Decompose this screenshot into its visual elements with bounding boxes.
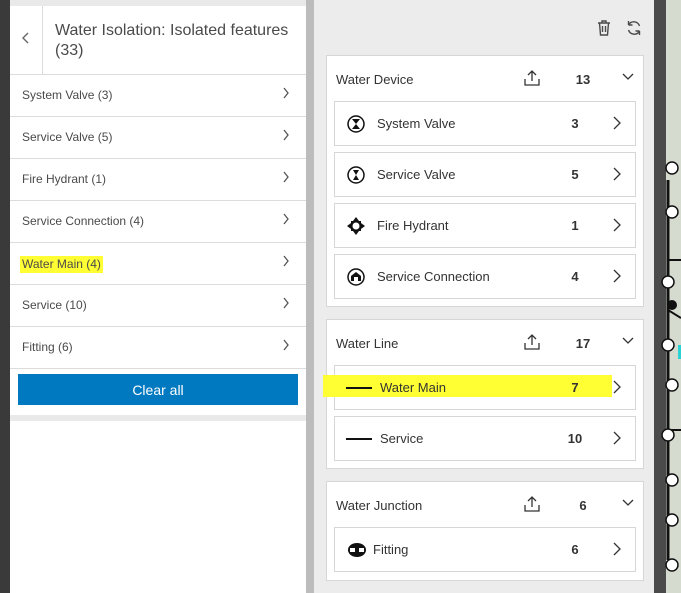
group-header: Water Device 13 (327, 56, 643, 100)
row-count: 4 (571, 269, 579, 284)
group-card-water-device: Water Device 13 System Valve 3 Service V… (326, 55, 644, 307)
row-label: Service (380, 431, 424, 446)
fire-hydrant-icon (346, 216, 366, 236)
map-features (661, 0, 681, 593)
row-label: System Valve (377, 116, 456, 131)
row-label: Service Valve (377, 167, 456, 182)
trash-icon[interactable] (594, 18, 616, 40)
group-header: Water Junction 6 (327, 482, 643, 526)
row-label: Water Main (380, 380, 446, 395)
group-title: Water Line (336, 336, 399, 351)
group-count: 13 (575, 72, 591, 87)
row-count: 3 (571, 116, 579, 131)
list-item-fire-hydrant[interactable]: Fire Hydrant (1) (10, 159, 306, 201)
chevron-down-icon[interactable] (621, 496, 635, 510)
system-valve-icon (346, 114, 366, 134)
service-valve-icon (346, 165, 366, 185)
map-view[interactable] (654, 0, 681, 593)
chevron-right-icon (282, 129, 290, 144)
panel-bottom-rule (10, 415, 306, 421)
service-connection-icon (346, 267, 366, 287)
chevron-right-icon (282, 87, 290, 102)
result-row-water-main[interactable]: Water Main 7 (323, 365, 636, 410)
list-item-service-connection[interactable]: Service Connection (4) (10, 201, 306, 243)
chevron-right-icon (282, 255, 290, 270)
chevron-right-icon (282, 213, 290, 228)
group-card-water-junction: Water Junction 6 Fitting 6 (326, 481, 644, 581)
isolation-results-panel: Water Isolation: Isolated features (33) … (10, 0, 306, 593)
result-row-service-valve[interactable]: Service Valve 5 (334, 152, 636, 197)
chevron-right-icon (611, 269, 623, 283)
chevron-right-icon (611, 542, 623, 556)
group-title: Water Device (336, 72, 414, 87)
list-item-label: Fire Hydrant (1) (22, 172, 107, 186)
chevron-right-icon (611, 218, 623, 232)
group-count: 6 (579, 498, 587, 513)
list-item-service[interactable]: Service (10) (10, 285, 306, 327)
line-icon (346, 378, 372, 398)
list-item-service-valve[interactable]: Service Valve (5) (10, 117, 306, 159)
list-item-label: Service Valve (5) (22, 130, 113, 144)
row-label: Service Connection (377, 269, 490, 284)
list-item-label: Service Connection (4) (22, 214, 145, 228)
chevron-right-icon (282, 171, 290, 186)
row-count: 6 (571, 542, 579, 557)
back-button[interactable] (10, 6, 43, 74)
list-item-fitting[interactable]: Fitting (6) (10, 327, 306, 369)
clear-all-button[interactable]: Clear all (18, 374, 298, 405)
row-label: Fitting (373, 542, 409, 557)
result-row-system-valve[interactable]: System Valve 3 (334, 101, 636, 146)
result-row-fitting[interactable]: Fitting 6 (334, 527, 636, 572)
refresh-icon[interactable] (624, 18, 646, 40)
result-row-service-connection[interactable]: Service Connection 4 (334, 254, 636, 299)
window-edge (0, 0, 10, 593)
list-item-label: Water Main (4) (20, 256, 103, 273)
list-item-label: Service (10) (22, 298, 87, 312)
result-row-fire-hydrant[interactable]: Fire Hydrant 1 (334, 203, 636, 248)
list-item-system-valve[interactable]: System Valve (3) (10, 75, 306, 117)
panel-divider (306, 0, 314, 593)
group-count: 17 (575, 336, 591, 351)
list-item-label: Fitting (6) (22, 340, 73, 354)
chevron-down-icon[interactable] (621, 334, 635, 348)
results-toolbar (594, 18, 654, 42)
export-icon[interactable] (523, 495, 541, 513)
fitting-icon (346, 540, 366, 560)
chevron-left-icon (21, 31, 31, 49)
group-header: Water Line 17 (327, 320, 643, 364)
chevron-right-icon (611, 431, 623, 445)
export-icon[interactable] (523, 69, 541, 87)
export-icon[interactable] (523, 333, 541, 351)
feature-list: System Valve (3) Service Valve (5) Fire … (10, 75, 306, 369)
line-icon (346, 429, 372, 449)
result-row-service[interactable]: Service 10 (334, 416, 636, 461)
chevron-right-icon (282, 339, 290, 354)
chevron-right-icon (611, 116, 623, 130)
chevron-right-icon (282, 297, 290, 312)
list-item-water-main[interactable]: Water Main (4) (10, 243, 306, 285)
chevron-right-icon (611, 380, 623, 394)
list-item-label: System Valve (3) (22, 88, 113, 102)
panel-title: Water Isolation: Isolated features (33) (55, 22, 289, 59)
row-count: 1 (571, 218, 579, 233)
row-count: 7 (571, 380, 579, 395)
row-label: Fire Hydrant (377, 218, 449, 233)
group-title: Water Junction (336, 498, 423, 513)
group-card-water-line: Water Line 17 Water Main 7 Service 10 (323, 319, 644, 469)
row-count: 5 (571, 167, 579, 182)
trace-results-panel: Water Device 13 System Valve 3 Service V… (314, 0, 654, 593)
row-count: 10 (567, 431, 583, 446)
chevron-right-icon (611, 167, 623, 181)
chevron-down-icon[interactable] (621, 70, 635, 84)
panel-header: Water Isolation: Isolated features (33) (10, 6, 306, 75)
